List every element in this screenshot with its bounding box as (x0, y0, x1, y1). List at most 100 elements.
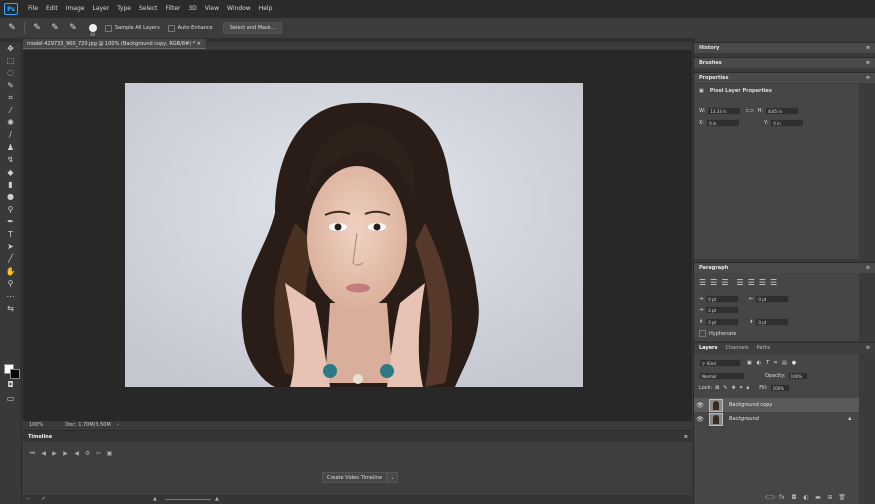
layer-row[interactable]: 👁︎ Background copy (694, 398, 859, 412)
panel-menu-icon[interactable]: ≡ (866, 60, 870, 66)
lock-all-icon[interactable]: 🔒︎ (747, 385, 750, 391)
close-icon[interactable]: ✕ (197, 41, 201, 47)
fx-icon[interactable]: fx (776, 494, 788, 501)
new-group-icon[interactable]: ▬ (812, 494, 824, 501)
menu-image[interactable]: Image (62, 0, 89, 18)
space-before-field[interactable]: 0 pt (705, 318, 740, 326)
history-panel-header[interactable]: History ≡ (694, 42, 875, 53)
swap-colors-icon[interactable]: ⇆ (0, 302, 21, 314)
chevron-down-icon[interactable]: ⌄ (387, 472, 398, 483)
previous-frame-icon[interactable]: ◀ (38, 450, 49, 458)
align-left-icon[interactable]: ☰ (699, 278, 706, 287)
filter-pixel-icon[interactable]: ▣ (747, 360, 752, 366)
hyphenate-row[interactable]: Hyphenate (699, 330, 736, 337)
space-after-field[interactable]: 0 pt (755, 318, 790, 326)
lock-pixels-icon[interactable]: ✎ (723, 385, 727, 391)
panel-menu-icon[interactable]: ≡ (866, 345, 870, 351)
layer-name[interactable]: Background copy (729, 402, 772, 408)
y-field[interactable]: 0 in (770, 119, 805, 127)
go-first-frame-icon[interactable]: ⏮ (27, 450, 38, 458)
lasso-tool-icon[interactable]: ◌ (0, 67, 21, 79)
more-tools-icon[interactable]: ⋯ (0, 290, 21, 302)
zoom-level[interactable]: 100% (29, 422, 43, 428)
split-icon[interactable]: ✂ (93, 450, 104, 458)
add-selection-icon[interactable]: ✎ (49, 22, 61, 34)
menu-filter[interactable]: Filter (162, 0, 185, 18)
doc-size-info[interactable]: Doc: 1.70M/3.50M (65, 422, 111, 428)
pen-tool-icon[interactable]: ✒ (0, 215, 21, 227)
filter-type-icon[interactable]: T (766, 360, 769, 366)
menu-select[interactable]: Select (135, 0, 162, 18)
add-mask-icon[interactable]: ◘ (788, 494, 800, 501)
new-selection-icon[interactable]: ✎ (31, 22, 43, 34)
hyphenate-checkbox[interactable] (699, 330, 706, 337)
type-tool-icon[interactable]: T (0, 228, 21, 240)
properties-panel-header[interactable]: Properties ≡ (694, 72, 875, 83)
checkbox-box[interactable] (167, 24, 175, 32)
menu-file[interactable]: File (24, 0, 42, 18)
layer-row[interactable]: 👁︎ Background 🔒︎ (694, 412, 859, 426)
blend-mode-select[interactable]: Normal (699, 372, 745, 380)
eyedropper-icon[interactable]: ⁄ (0, 104, 21, 116)
align-center-icon[interactable]: ☰ (710, 278, 717, 287)
marquee-tool-icon[interactable]: ⬚ (0, 54, 21, 66)
x-field[interactable]: 0 in (706, 119, 741, 127)
transition-icon[interactable]: ▣ (104, 450, 115, 458)
filter-adjustment-icon[interactable]: ◐ (757, 360, 761, 366)
layers-scrollbar[interactable] (859, 354, 875, 504)
menu-type[interactable]: Type (113, 0, 135, 18)
document-canvas-image[interactable] (125, 83, 583, 387)
quick-selection-icon[interactable]: ✎ (0, 79, 21, 91)
menu-view[interactable]: View (201, 0, 223, 18)
blur-tool-icon[interactable]: ● (0, 191, 21, 203)
panel-menu-icon[interactable]: ≡ (866, 265, 870, 271)
menu-window[interactable]: Window (223, 0, 255, 18)
menu-edit[interactable]: Edit (42, 0, 62, 18)
link-icon[interactable]: ⊂⊃ (745, 108, 753, 114)
next-frame-icon[interactable]: ▶ (60, 450, 71, 458)
align-right-icon[interactable]: ☰ (721, 278, 728, 287)
visibility-eye-icon[interactable]: 👁︎ (694, 416, 706, 423)
kind-filter-select[interactable]: ⚲ Kind (699, 359, 741, 367)
settings-icon[interactable]: ⚙ (82, 450, 93, 458)
paragraph-panel-header[interactable]: Paragraph ≡ (694, 262, 875, 273)
link-layers-icon[interactable]: ⊂⊃ (764, 494, 776, 501)
checkbox-box[interactable] (105, 24, 112, 32)
indent-left-field[interactable]: 0 pt (705, 295, 740, 303)
height-field[interactable]: 8.85 in (765, 107, 800, 115)
convert-icon[interactable]: ⎯ (27, 496, 30, 502)
width-field[interactable]: 13.33 in (707, 107, 742, 115)
panel-menu-icon[interactable]: ≡ (866, 45, 870, 51)
brush-picker[interactable]: 30 (89, 24, 97, 37)
dodge-tool-icon[interactable]: ⚲ (0, 203, 21, 215)
zoom-tool-icon[interactable]: ⚲ (0, 277, 21, 289)
indent-right-field[interactable]: 0 pt (755, 295, 790, 303)
gradient-tool-icon[interactable]: ▮ (0, 178, 21, 190)
layer-name[interactable]: Background (729, 416, 759, 422)
line-tool-icon[interactable]: ╱ (0, 253, 21, 265)
document-tab[interactable]: model-429733_960_720.jpg @ 100% (Backgro… (23, 39, 206, 49)
filter-toggle-icon[interactable]: ● (792, 360, 796, 366)
adjustment-layer-icon[interactable]: ◐ (800, 494, 812, 501)
render-icon[interactable]: ➚ (41, 496, 45, 502)
brushes-panel-header[interactable]: Brushes ≡ (694, 57, 875, 68)
select-and-mask-button[interactable]: Select and Mask... (222, 22, 283, 34)
quick-selection-tool-icon[interactable]: ✎ (6, 22, 18, 34)
tab-paths[interactable]: Paths (757, 345, 771, 351)
justify-all-icon[interactable]: ☰ (770, 278, 777, 287)
chevron-right-icon[interactable]: › (117, 422, 119, 428)
auto-enhance-checkbox[interactable]: Auto-Enhance (167, 24, 213, 32)
play-icon[interactable]: ▶ (49, 450, 60, 458)
menu-help[interactable]: Help (255, 0, 277, 18)
justify-center-icon[interactable]: ☰ (748, 278, 755, 287)
justify-left-icon[interactable]: ☰ (737, 278, 744, 287)
healing-brush-icon[interactable]: ✺ (0, 116, 21, 128)
zoom-out-icon[interactable]: ▲ (153, 496, 157, 502)
filter-smart-object-icon[interactable]: ▤ (782, 360, 787, 366)
move-tool-icon[interactable]: ✥ (0, 42, 21, 54)
tab-layers[interactable]: Layers (699, 345, 718, 351)
filter-shape-icon[interactable]: ⌗ (774, 360, 777, 366)
lock-artboard-icon[interactable]: ⌗ (740, 385, 743, 391)
create-video-timeline-button[interactable]: Create Video Timeline (322, 472, 387, 483)
timeline-zoom-slider[interactable] (165, 499, 211, 500)
